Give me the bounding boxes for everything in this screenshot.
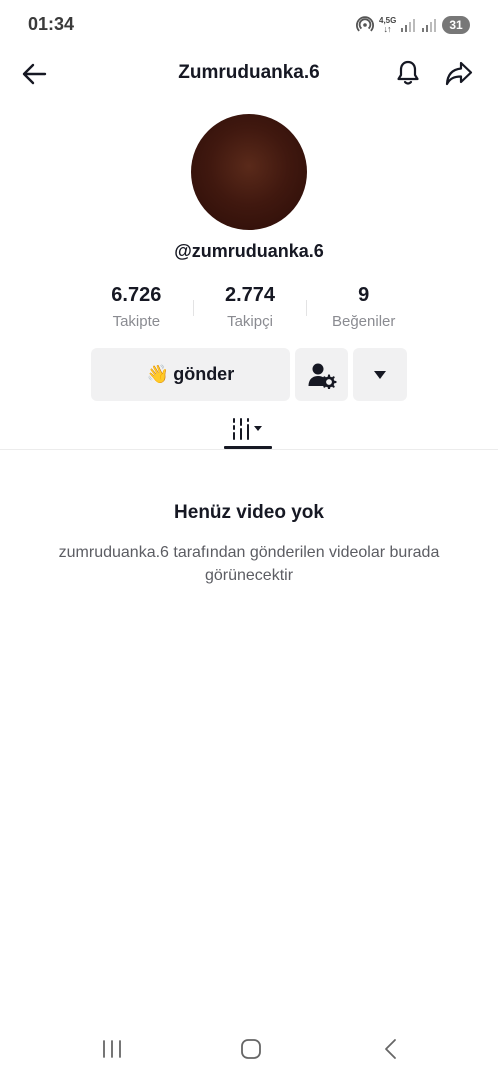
caret-down-icon [374,370,386,379]
status-icons: 4,5G ↓↑ 31 [356,14,470,36]
signal-icon [422,19,436,32]
hotspot-icon [356,16,374,32]
share-icon [445,61,473,86]
home-icon[interactable] [240,1038,262,1060]
bell-icon [397,60,419,85]
profile-header: Zumruduanka.6 [0,50,498,96]
nav-back-icon[interactable] [380,1038,402,1060]
content-tabs [0,408,498,450]
profile-page: 01:34 4,5G ↓↑ 31 Zumruduanka.6 @zumrudua… [0,0,498,1080]
tab-underline [224,446,272,449]
network-arrows: ↓↑ [383,24,392,34]
user-settings-icon [308,363,337,389]
user-settings-button[interactable] [295,348,348,401]
share-button[interactable] [442,56,476,90]
notifications-button[interactable] [392,56,424,90]
following-count: 6.726 [111,284,162,306]
followers-label: Takipçi [227,313,273,330]
recents-icon[interactable] [100,1038,124,1060]
send-button[interactable]: 👋 gönder [91,348,290,401]
empty-state-description: zumruduanka.6 tarafından gönderilen vide… [58,544,440,584]
more-dropdown-button[interactable] [353,348,407,401]
videos-filter-icon [233,417,262,440]
battery-badge: 31 [442,16,470,34]
likes-label: Beğeniler [331,313,396,330]
followers-count: 2.774 [224,284,276,306]
likes-count: 9 [358,284,370,306]
avatar[interactable] [191,114,307,230]
system-nav-bar [0,1030,498,1070]
profile-stats: 6.726 Takipte 2.774 Takipçi 9 Beğeniler [80,284,420,336]
following-label: Takipte [112,313,161,330]
empty-state-title: Henüz video yok [174,502,324,523]
username: @zumruduanka.6 [174,241,324,261]
status-time: 01:34 [28,14,75,34]
tab-videos[interactable] [224,408,272,449]
wave-emoji: 👋 [146,364,170,384]
action-buttons: 👋 gönder [91,348,407,401]
following-stat[interactable]: 6.726 Takipte [80,284,193,336]
network-type: 4,5G ↓↑ [379,17,396,34]
status-bar: 01:34 4,5G ↓↑ 31 [0,0,498,48]
signal-icon [401,19,415,32]
followers-stat[interactable]: 2.774 Takipçi [194,284,307,336]
send-button-label: gönder [173,364,235,384]
likes-stat[interactable]: 9 Beğeniler [307,284,420,336]
